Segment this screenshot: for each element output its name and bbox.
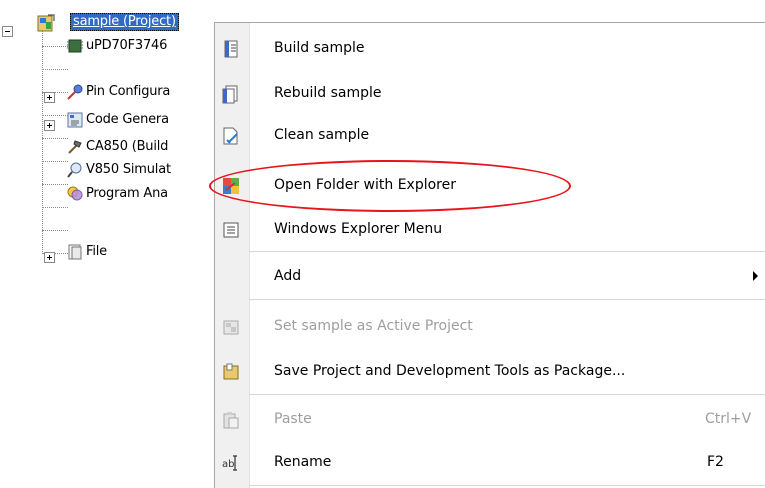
tree-connector bbox=[42, 69, 68, 70]
context-menu: Build sample Rebuild sample Clean sample bbox=[214, 22, 765, 488]
menu-item-label: Windows Explorer Menu bbox=[274, 221, 443, 237]
menu-item-open-folder[interactable]: Open Folder with Explorer bbox=[215, 170, 765, 200]
tree-connector bbox=[42, 138, 68, 139]
menu-item-rebuild[interactable]: Rebuild sample bbox=[215, 78, 765, 108]
tree-connector bbox=[42, 184, 68, 185]
project-tree: sample (Project) uPD70F3746 Pin Configur… bbox=[0, 0, 240, 488]
expand-icon[interactable] bbox=[44, 92, 55, 103]
package-icon bbox=[223, 363, 239, 380]
menu-item-label: Clean sample bbox=[274, 127, 370, 143]
menu-separator bbox=[249, 485, 765, 486]
menu-item-label: Set sample as Active Project bbox=[274, 318, 473, 334]
tree-item-label: Program Ana bbox=[86, 186, 168, 201]
menu-item-label: Rebuild sample bbox=[274, 85, 382, 101]
paste-icon bbox=[223, 412, 239, 429]
open-folder-icon bbox=[223, 178, 239, 194]
menu-item-add[interactable]: Add bbox=[215, 261, 765, 291]
menu-item-build[interactable]: Build sample bbox=[215, 33, 765, 63]
menu-item-label: Build sample bbox=[274, 40, 365, 56]
menu-item-clean[interactable]: Clean sample bbox=[215, 120, 765, 150]
simulator-icon bbox=[67, 162, 82, 178]
tree-item-label: Pin Configura bbox=[86, 84, 171, 99]
submenu-arrow-icon bbox=[753, 271, 758, 281]
build-tool-icon bbox=[68, 140, 82, 154]
tree-connector bbox=[42, 230, 68, 231]
tree-connector bbox=[42, 46, 68, 47]
menu-item-rename[interactable]: ab Rename F2 bbox=[215, 447, 765, 477]
menu-shortcut: Ctrl+V bbox=[705, 411, 752, 427]
rename-icon: ab bbox=[222, 455, 237, 471]
program-analyzer-icon bbox=[67, 186, 83, 201]
svg-text:ab: ab bbox=[222, 459, 234, 470]
rebuild-icon bbox=[222, 85, 238, 104]
tree-item-label: Code Genera bbox=[86, 112, 169, 127]
tree-connector bbox=[42, 115, 68, 116]
menu-item-label: Paste bbox=[274, 411, 312, 427]
code-generator-icon bbox=[67, 112, 83, 128]
tree-item-label: CA850 (Build bbox=[86, 139, 169, 154]
tree-root-label[interactable]: sample (Project) bbox=[70, 13, 179, 31]
project-icon bbox=[37, 14, 55, 32]
tree-item-label: uPD70F3746 bbox=[86, 38, 168, 53]
menu-item-label: Add bbox=[274, 268, 302, 284]
menu-item-label: Rename bbox=[274, 454, 332, 470]
chip-icon bbox=[67, 39, 83, 53]
menu-item-label: Open Folder with Explorer bbox=[274, 177, 456, 193]
menu-separator bbox=[249, 251, 765, 252]
tree-connector bbox=[42, 207, 68, 208]
menu-item-label: Save Project and Development Tools as Pa… bbox=[274, 363, 626, 379]
explorer-menu-icon bbox=[223, 222, 239, 238]
menu-item-paste[interactable]: Paste Ctrl+V bbox=[215, 404, 765, 434]
tree-item-label: File bbox=[86, 244, 107, 259]
tree-item-label: V850 Simulat bbox=[86, 162, 171, 177]
tree-connector bbox=[42, 161, 68, 162]
menu-item-save-package[interactable]: Save Project and Development Tools as Pa… bbox=[215, 356, 765, 386]
menu-item-explorer-menu[interactable]: Windows Explorer Menu bbox=[215, 214, 765, 244]
menu-item-set-active-project[interactable]: Set sample as Active Project bbox=[215, 311, 765, 341]
build-icon bbox=[224, 40, 238, 58]
file-folder-icon bbox=[68, 244, 82, 260]
clean-icon bbox=[223, 127, 238, 145]
menu-separator bbox=[249, 394, 765, 395]
active-project-icon bbox=[223, 320, 239, 335]
expand-icon[interactable] bbox=[44, 120, 55, 131]
collapse-icon[interactable] bbox=[2, 26, 13, 37]
pin-configurator-icon bbox=[67, 84, 83, 100]
ide-screen: sample (Project) uPD70F3746 Pin Configur… bbox=[0, 0, 765, 488]
expand-icon[interactable] bbox=[44, 252, 55, 263]
menu-shortcut: F2 bbox=[707, 454, 724, 470]
menu-separator bbox=[249, 299, 765, 300]
